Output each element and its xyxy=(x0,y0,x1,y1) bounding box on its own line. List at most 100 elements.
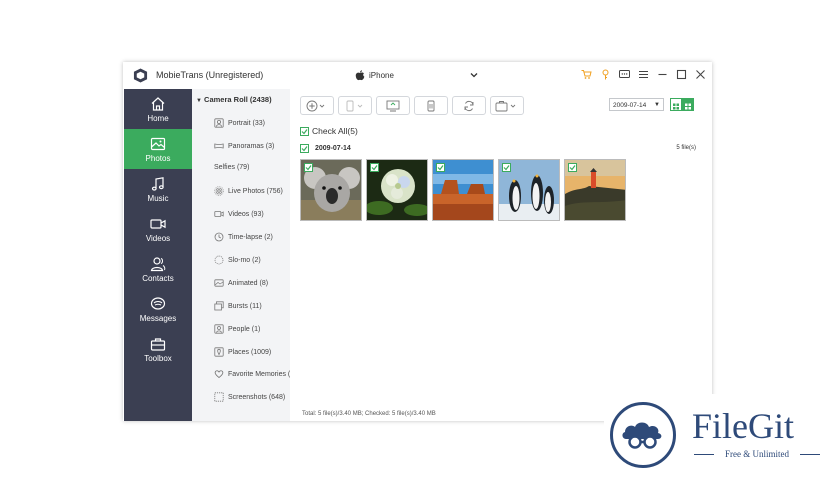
refresh-button[interactable] xyxy=(452,96,486,115)
album-item[interactable]: Time-lapse (2) xyxy=(214,232,273,242)
check-all-label: Check All(5) xyxy=(312,126,358,136)
nav-music-label: Music xyxy=(147,194,169,203)
cart-icon[interactable] xyxy=(580,68,592,80)
album-label: Videos (93) xyxy=(228,210,264,218)
export-pc-button[interactable] xyxy=(376,96,410,115)
photo-thumbnail-flower[interactable] xyxy=(366,159,428,221)
minimize-icon[interactable] xyxy=(656,68,668,80)
nav-messages[interactable]: Messages xyxy=(124,289,192,329)
app-window: MobieTrans (Unregistered) iPhone Home Ph… xyxy=(123,62,712,421)
nav-contacts[interactable]: Contacts xyxy=(124,249,192,289)
filegit-tagline: Free & Unlimited xyxy=(725,449,789,459)
people-icon xyxy=(214,324,224,334)
album-label: Screenshots (648) xyxy=(228,393,286,401)
photo-thumbnail-desert[interactable] xyxy=(432,159,494,221)
checkbox-checked-icon[interactable] xyxy=(568,163,577,172)
album-label: Slo-mo (2) xyxy=(228,256,261,264)
portrait-icon xyxy=(214,118,224,128)
nav-home[interactable]: Home xyxy=(124,89,192,129)
nav-videos[interactable]: Videos xyxy=(124,209,192,249)
refresh-icon xyxy=(464,100,474,111)
album-item[interactable]: Animated (8) xyxy=(214,278,268,288)
nav-photos-label: Photos xyxy=(145,154,171,163)
album-item[interactable]: Live Photos (756) xyxy=(214,186,283,196)
caret-down-icon: ▼ xyxy=(196,98,202,104)
cloud-glasses-icon xyxy=(622,422,662,449)
filegit-watermark: FileGit Free & Unlimited xyxy=(604,394,836,484)
home-icon xyxy=(151,97,165,111)
album-label: Animated (8) xyxy=(228,279,269,287)
album-item[interactable]: Portrait (33) xyxy=(214,118,265,128)
close-icon[interactable] xyxy=(694,68,706,80)
photo-content: 2009-07-14 ▼ Check All(5) 2009-07-14 5 f… xyxy=(290,89,712,421)
nav-toolbox-label: Toolbox xyxy=(144,354,172,363)
nav-videos-label: Videos xyxy=(145,234,171,243)
status-bar: Total: 5 file(s)/3.40 MB; Checked: 5 fil… xyxy=(302,411,436,417)
device-name: iPhone xyxy=(369,71,394,80)
album-item[interactable]: Videos (93) xyxy=(214,209,264,219)
video-icon xyxy=(214,211,224,217)
photos-icon xyxy=(150,137,166,151)
key-icon[interactable] xyxy=(599,68,611,80)
date-filter-select[interactable]: 2009-07-14 ▼ xyxy=(609,98,664,111)
feedback-icon[interactable] xyxy=(618,68,630,80)
date-group-header[interactable]: 2009-07-14 xyxy=(300,144,351,153)
more-tools-button[interactable] xyxy=(490,96,524,115)
nav-photos[interactable]: Photos xyxy=(124,129,192,169)
export-device-button[interactable] xyxy=(338,96,372,115)
album-label: Bursts (11) xyxy=(228,302,262,310)
album-label: Portrait (33) xyxy=(228,119,265,127)
nav-toolbox[interactable]: Toolbox xyxy=(124,329,192,369)
check-all-checkbox[interactable]: Check All(5) xyxy=(300,126,358,136)
checkbox-checked-icon[interactable] xyxy=(502,163,511,172)
contacts-icon xyxy=(150,257,166,272)
dropdown-icon: ▼ xyxy=(654,102,660,108)
album-header[interactable]: ▼ Camera Roll (2438) xyxy=(196,95,272,104)
checkbox-checked-icon[interactable] xyxy=(370,163,379,172)
photo-thumbnail-koala[interactable] xyxy=(300,159,362,221)
add-icon xyxy=(306,100,325,111)
filegit-name: FileGit xyxy=(692,406,795,446)
checkbox-checked-icon[interactable] xyxy=(436,163,445,172)
album-item[interactable]: People (1) xyxy=(214,324,260,334)
album-item[interactable]: Screenshots (648) xyxy=(214,392,285,402)
timelapse-icon xyxy=(214,232,224,242)
album-item[interactable]: Places (1009) xyxy=(214,347,271,357)
maximize-icon[interactable] xyxy=(675,68,687,80)
toolbox-icon xyxy=(495,100,516,111)
messages-icon xyxy=(150,297,166,310)
animated-icon xyxy=(214,279,224,287)
album-header-label: Camera Roll (2438) xyxy=(204,95,272,104)
album-label: Live Photos (756) xyxy=(228,187,283,195)
nav-contacts-label: Contacts xyxy=(142,274,174,283)
album-item[interactable]: Bursts (11) xyxy=(214,301,262,311)
checkbox-checked-icon[interactable] xyxy=(304,163,313,172)
menu-icon[interactable] xyxy=(637,68,649,80)
album-item[interactable]: Favorite Memories (... xyxy=(214,369,296,379)
toolbox-icon xyxy=(150,338,166,351)
title-bar: MobieTrans (Unregistered) iPhone xyxy=(123,62,712,89)
device-selector[interactable]: iPhone xyxy=(355,68,394,83)
album-label: Selfies (79) xyxy=(214,164,250,171)
computer-icon xyxy=(386,100,400,111)
nav-home-label: Home xyxy=(147,114,169,123)
heart-icon xyxy=(214,370,224,379)
nav-music[interactable]: Music xyxy=(124,169,192,209)
chevron-down-icon[interactable] xyxy=(469,70,479,80)
add-button[interactable] xyxy=(300,96,334,115)
delete-button[interactable] xyxy=(414,96,448,115)
album-label: Time-lapse (2) xyxy=(228,233,273,241)
panorama-icon xyxy=(214,143,224,149)
album-item[interactable]: Slo-mo (2) xyxy=(214,255,261,265)
grid-view-large-button[interactable] xyxy=(682,98,694,111)
photo-thumbnail-lighthouse[interactable] xyxy=(564,159,626,221)
places-icon xyxy=(214,347,224,357)
group-date-label: 2009-07-14 xyxy=(315,145,351,152)
grid-view-small-button[interactable] xyxy=(670,98,682,111)
photo-thumbnail-penguins[interactable] xyxy=(498,159,560,221)
filegit-logo xyxy=(610,402,676,468)
apple-icon xyxy=(355,70,365,81)
videos-icon xyxy=(150,219,166,229)
album-item[interactable]: Panoramas (3) xyxy=(214,141,274,151)
album-item[interactable]: Selfies (79) xyxy=(214,164,249,171)
